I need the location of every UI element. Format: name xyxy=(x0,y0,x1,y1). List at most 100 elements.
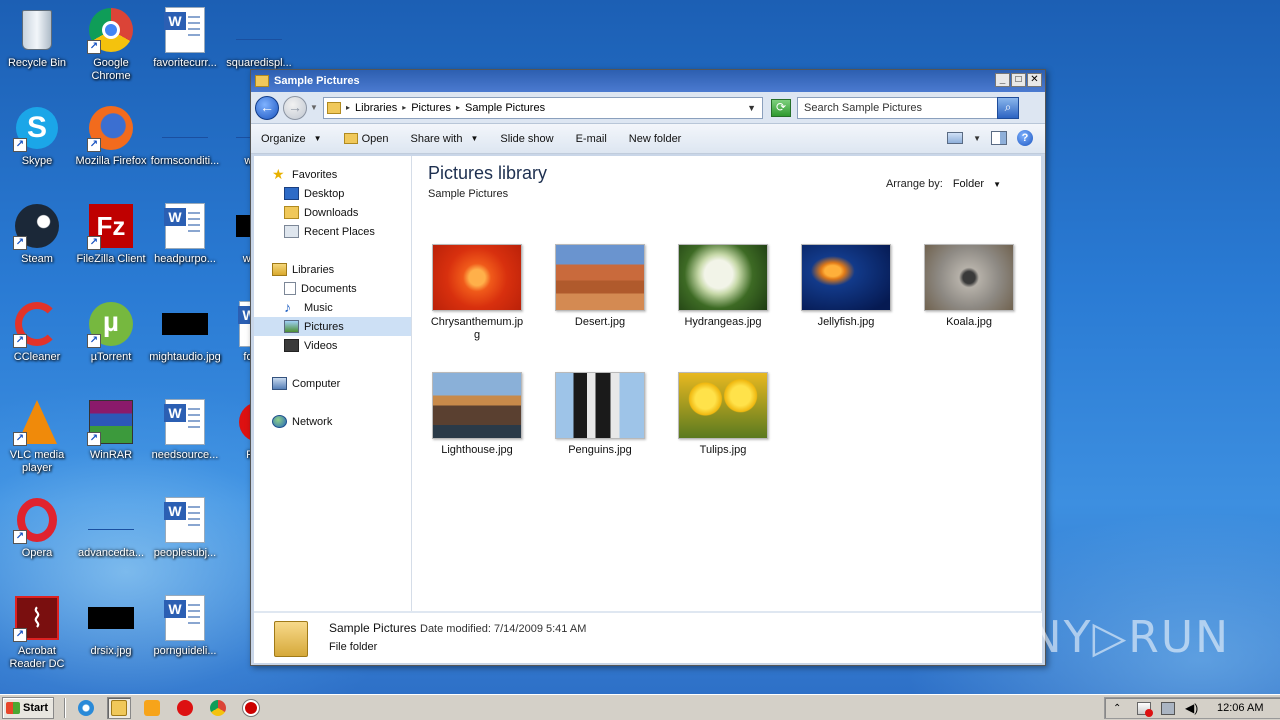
desktop-icon-drsix[interactable]: drsix.jpg xyxy=(74,594,148,658)
folder-icon xyxy=(111,699,127,716)
desktop-icon-utorrent[interactable]: µ ↗ µTorrent xyxy=(74,300,148,364)
desktop-icon-filezilla[interactable]: Fz ↗ FileZilla Client xyxy=(74,202,148,266)
desktop-icon-ccleaner[interactable]: ↗ CCleaner xyxy=(0,300,74,364)
file-item-lighthouse[interactable]: Lighthouse.jpg xyxy=(422,372,532,457)
file-item-hydrangeas[interactable]: Hydrangeas.jpg xyxy=(668,244,778,329)
start-button[interactable]: Start xyxy=(2,696,54,719)
file-name: Hydrangeas.jpg xyxy=(684,316,762,328)
taskbar-media-player[interactable] xyxy=(140,697,164,719)
open-label: Open xyxy=(361,132,389,145)
desktop-icon-vlc[interactable]: ↗ VLC media player xyxy=(0,398,74,475)
nav-item-pictures[interactable]: Pictures xyxy=(254,317,411,336)
nav-item-computer[interactable]: Computer xyxy=(254,374,411,393)
recent-pages-chevron-icon[interactable]: ▼ xyxy=(309,103,319,112)
breadcrumb-arrow-icon[interactable]: ▸ xyxy=(346,103,350,112)
desktop-icon-mightaudio[interactable]: mightaudio.jpg xyxy=(148,300,222,364)
word-doc-icon: W xyxy=(161,6,209,54)
back-button[interactable]: ← xyxy=(255,95,279,120)
slide-show-button[interactable]: Slide show xyxy=(500,133,553,145)
address-dropdown-icon[interactable]: ▼ xyxy=(747,103,756,113)
nav-item-videos[interactable]: Videos xyxy=(254,336,411,355)
network-icon[interactable] xyxy=(1161,701,1175,715)
taskbar-chrome[interactable] xyxy=(206,697,230,719)
email-button[interactable]: E-mail xyxy=(576,133,607,145)
file-item-koala[interactable]: Koala.jpg xyxy=(914,244,1024,329)
desktop-icon-formsconditi[interactable]: formsconditi... xyxy=(148,104,222,168)
address-field[interactable]: ▸ Libraries ▸ Pictures ▸ Sample Pictures… xyxy=(323,96,763,119)
clock[interactable]: 12:06 AM xyxy=(1217,702,1263,714)
explorer-window: Sample Pictures _ □ ✕ ← → ▼ ▸ Libraries … xyxy=(250,69,1046,666)
desktop-icon-chrome[interactable]: ↗ Google Chrome xyxy=(74,6,148,83)
close-button[interactable]: ✕ xyxy=(1027,73,1042,87)
nav-item-downloads[interactable]: Downloads xyxy=(254,203,411,222)
email-label: E-mail xyxy=(575,132,607,145)
desktop-icon-skype[interactable]: S ↗ Skype xyxy=(0,104,74,168)
show-hidden-icons-icon[interactable]: ⌃ xyxy=(1113,702,1127,715)
file-item-jellyfish[interactable]: Jellyfish.jpg xyxy=(791,244,901,329)
winrar-icon: ↗ xyxy=(87,398,135,446)
desktop-icon-needsource[interactable]: W needsource... xyxy=(148,398,222,462)
nav-item-music[interactable]: ♪ Music xyxy=(254,298,411,317)
share-with-button[interactable]: Share with ▼ xyxy=(410,133,478,145)
new-folder-button[interactable]: New folder xyxy=(629,133,682,145)
image-thumbnail xyxy=(678,372,768,439)
nav-item-label: Music xyxy=(304,301,333,314)
file-item-tulips[interactable]: Tulips.jpg xyxy=(668,372,778,457)
start-label: Start xyxy=(23,701,49,714)
nav-item-libraries[interactable]: Libraries xyxy=(254,260,411,279)
refresh-button[interactable]: ⟳ xyxy=(771,98,791,117)
desktop-icon-recycle-bin[interactable]: Recycle Bin xyxy=(0,6,74,70)
search-icon[interactable]: ⌕ xyxy=(997,96,1019,119)
minimize-button[interactable]: _ xyxy=(995,73,1010,87)
desktop-icon-steam[interactable]: ↗ Steam xyxy=(0,202,74,266)
change-view-icon[interactable] xyxy=(947,132,964,144)
desktop-icon-peoplesubj[interactable]: W peoplesubj... xyxy=(148,496,222,560)
title-bar[interactable]: Sample Pictures _ □ ✕ xyxy=(251,70,1045,92)
file-name: Jellyfish.jpg xyxy=(817,316,875,328)
maximize-button[interactable]: □ xyxy=(1011,73,1026,87)
breadcrumb-arrow-icon[interactable]: ▸ xyxy=(456,103,460,112)
nav-item-documents[interactable]: Documents xyxy=(254,279,411,298)
breadcrumb-sample-pictures[interactable]: Sample Pictures xyxy=(465,102,545,114)
taskbar-media-app[interactable] xyxy=(239,697,263,719)
image-thumbnail xyxy=(801,244,891,311)
breadcrumb-pictures[interactable]: Pictures xyxy=(411,102,451,114)
preview-pane-icon[interactable] xyxy=(991,131,1007,145)
organize-button[interactable]: Organize ▼ xyxy=(261,133,322,145)
nav-item-favorites[interactable]: ★ Favorites xyxy=(254,165,411,184)
chevron-down-icon[interactable]: ▼ xyxy=(973,134,981,143)
desktop-icon-firefox[interactable]: ↗ Mozilla Firefox xyxy=(74,104,148,168)
desktop-icon-pornguideli[interactable]: W pornguideli... xyxy=(148,594,222,658)
chrome-icon: ↗ xyxy=(87,6,135,54)
forward-button[interactable]: → xyxy=(283,95,307,120)
arrange-by-dropdown[interactable]: Folder ▼ xyxy=(953,178,1001,190)
desktop-icon-advancedta[interactable]: advancedta... xyxy=(74,496,148,560)
file-item-chrysanthemum[interactable]: Chrysanthemum.jpg xyxy=(422,244,532,342)
search-input[interactable]: Search Sample Pictures ⌕ xyxy=(797,96,1019,119)
details-date-modified: Date modified: 7/14/2009 5:41 AM xyxy=(420,623,586,635)
breadcrumb-arrow-icon[interactable]: ▸ xyxy=(402,103,406,112)
desktop-icon-favoritecurr[interactable]: W favoritecurr... xyxy=(148,6,222,70)
breadcrumb-libraries[interactable]: Libraries xyxy=(355,102,397,114)
file-item-desert[interactable]: Desert.jpg xyxy=(545,244,655,329)
action-center-flag-icon[interactable] xyxy=(1137,701,1153,717)
desktop-icon-acrobat[interactable]: ⌇ ↗ Acrobat Reader DC xyxy=(0,594,74,671)
desktop-icon-winrar[interactable]: ↗ WinRAR xyxy=(74,398,148,462)
nav-item-desktop[interactable]: Desktop xyxy=(254,184,411,203)
desktop-icon-opera[interactable]: ↗ Opera xyxy=(0,496,74,560)
nav-item-label: Network xyxy=(292,415,333,428)
open-button[interactable]: Open xyxy=(343,132,389,145)
file-item-penguins[interactable]: Penguins.jpg xyxy=(545,372,655,457)
utorrent-icon: µ ↗ xyxy=(87,300,135,348)
desktop-icon-headpurpo[interactable]: W headpurpo... xyxy=(148,202,222,266)
taskbar-opera[interactable] xyxy=(173,697,197,719)
nav-item-network[interactable]: Network xyxy=(254,412,411,431)
help-icon[interactable]: ? xyxy=(1017,130,1033,146)
desktop-icon-squaredispl[interactable]: squaredispl... xyxy=(222,6,296,70)
taskbar-internet-explorer[interactable] xyxy=(74,697,98,719)
windows-flag-icon xyxy=(6,701,20,714)
nav-item-recent-places[interactable]: Recent Places xyxy=(254,222,411,241)
volume-icon[interactable]: ◀) xyxy=(1185,701,1199,715)
word-doc-icon: W xyxy=(161,496,209,544)
taskbar-explorer[interactable] xyxy=(107,696,131,719)
